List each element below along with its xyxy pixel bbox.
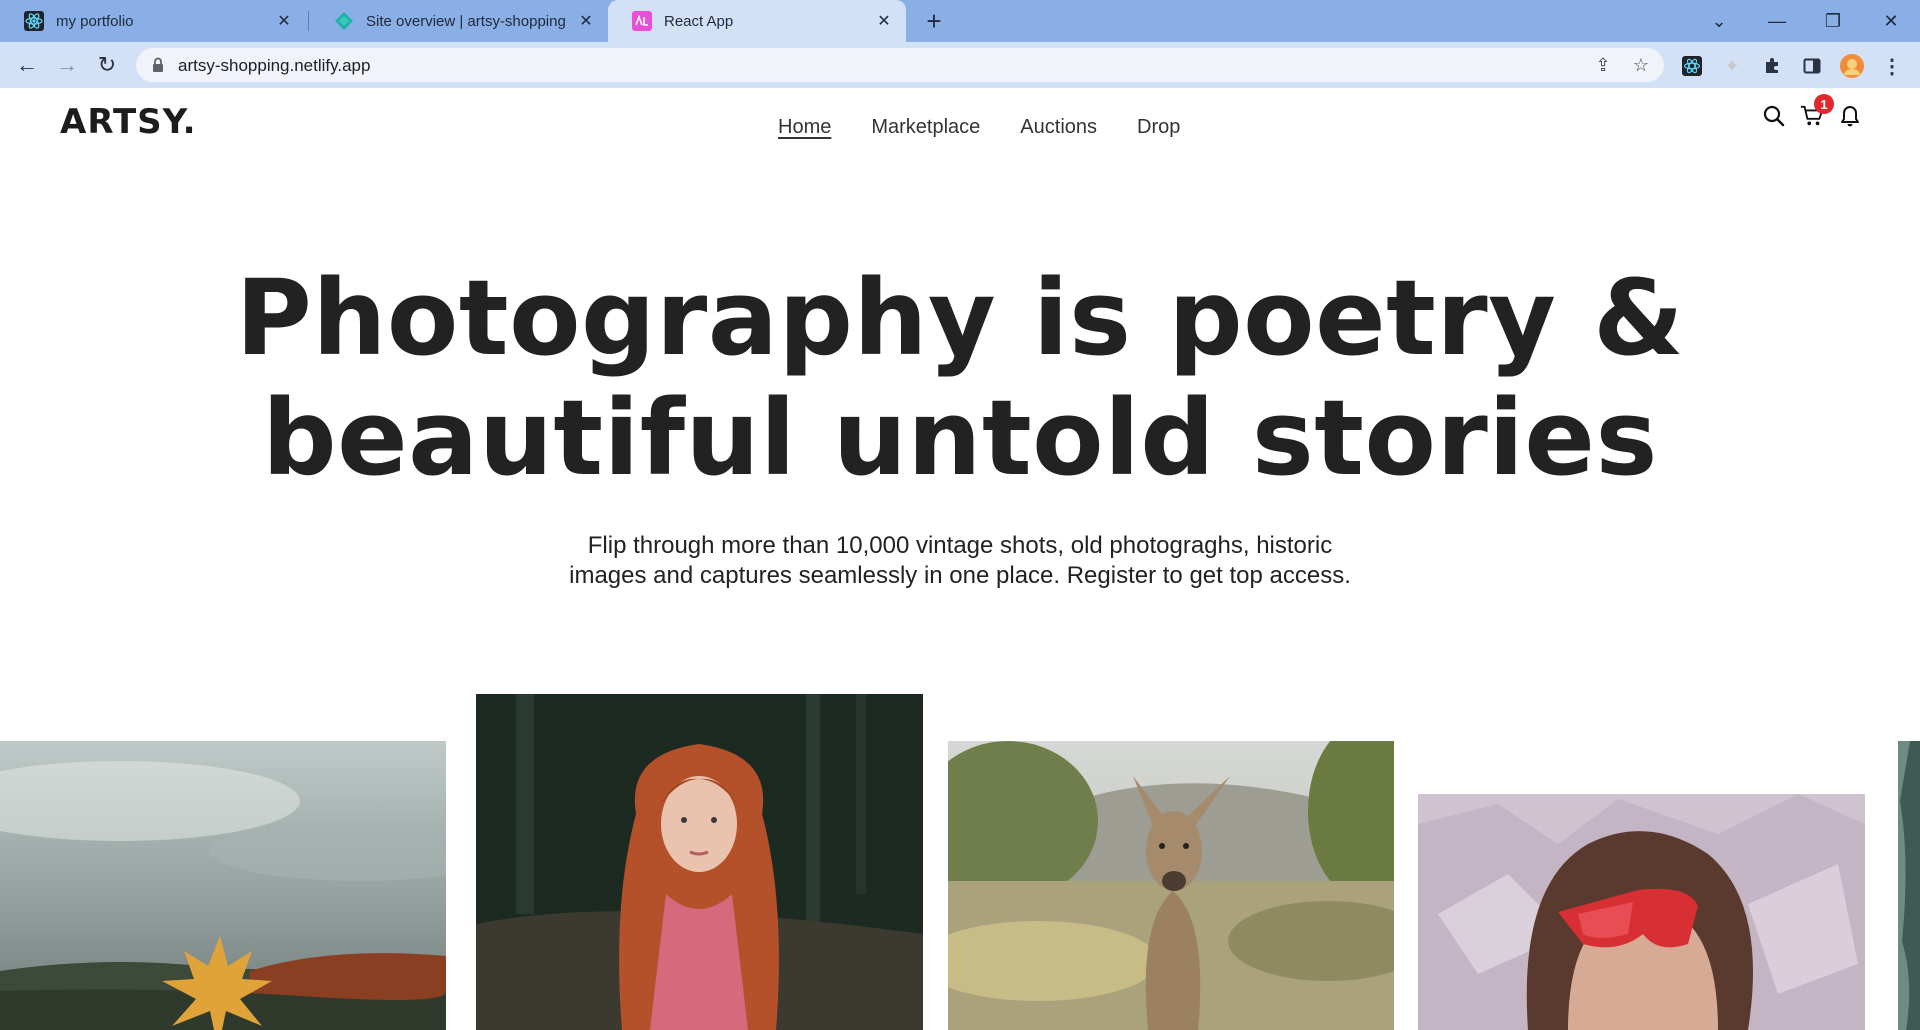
hero-title: Photography is poetry & beautiful untold… [0, 258, 1920, 498]
bell-icon[interactable] [1838, 104, 1862, 128]
tab-react-app[interactable]: React App ✕ [608, 0, 906, 42]
nav-marketplace[interactable]: Marketplace [871, 116, 980, 139]
close-tab-icon[interactable]: ✕ [576, 11, 596, 31]
tab-title: Site overview | artsy-shopping [366, 12, 566, 30]
react-icon [24, 11, 44, 31]
person-red-sunglasses-photo[interactable] [1418, 794, 1865, 1030]
browser-menu-icon[interactable]: ⋮ [1880, 54, 1904, 78]
browser-tab-bar: my portfolio ✕ Site overview | artsy-sho… [0, 0, 1920, 42]
kangaroo-photo[interactable] [948, 741, 1394, 1030]
url-text: artsy-shopping.netlify.app [178, 56, 371, 75]
extension-icon[interactable]: ✦ [1720, 54, 1744, 78]
nav-home[interactable]: Home [778, 116, 831, 139]
hero-title-line-1: Photography is poetry & [235, 257, 1685, 379]
netlify-icon [334, 11, 354, 31]
react-app-icon [632, 11, 652, 31]
nav-auctions[interactable]: Auctions [1020, 116, 1097, 139]
hero-subtitle-line-2: images and captures seamlessly in one pl… [569, 562, 1351, 589]
tab-title: React App [664, 12, 734, 30]
close-tab-icon[interactable]: ✕ [274, 11, 294, 31]
hero-title-line-2: beautiful untold stories [262, 377, 1658, 499]
partial-photo-edge[interactable] [1890, 741, 1920, 1030]
new-tab-button[interactable]: + [920, 8, 948, 36]
profile-avatar-icon[interactable] [1840, 54, 1864, 78]
header-icons: 1 [1762, 94, 1862, 128]
hero-subtitle: Flip through more than 10,000 vintage sh… [540, 531, 1380, 591]
maple-leaf-landscape-photo[interactable] [0, 741, 446, 1030]
tab-title: my portfolio [56, 12, 134, 30]
browser-toolbar: ← → ↻ artsy-shopping.netlify.app ⇪ ☆ ✦ ⋮ [0, 42, 1920, 88]
main-nav: Home Marketplace Auctions Drop [778, 116, 1180, 139]
tab-my-portfolio[interactable]: my portfolio ✕ [0, 0, 306, 42]
cart-count-badge: 1 [1814, 94, 1834, 114]
react-devtools-extension-icon[interactable] [1680, 54, 1704, 78]
tab-separator [308, 11, 309, 31]
tab-search-chevron-icon[interactable]: ⌄ [1704, 6, 1734, 36]
back-arrow-icon[interactable]: ← [12, 50, 42, 80]
restore-icon[interactable]: ❐ [1818, 6, 1848, 36]
minimize-icon[interactable]: — [1762, 6, 1792, 36]
address-bar[interactable]: artsy-shopping.netlify.app ⇪ ☆ [136, 48, 1664, 82]
nav-drop[interactable]: Drop [1137, 116, 1180, 139]
bookmark-star-icon[interactable]: ☆ [1630, 54, 1652, 76]
side-panel-icon[interactable] [1800, 54, 1824, 78]
tab-site-overview[interactable]: Site overview | artsy-shopping ✕ [310, 0, 608, 42]
close-tab-icon[interactable]: ✕ [874, 11, 894, 31]
red-haired-woman-photo[interactable] [476, 694, 923, 1030]
forward-arrow-icon[interactable]: → [52, 50, 82, 80]
page: ARTSY. Home Marketplace Auctions Drop 1 … [0, 88, 1920, 1030]
close-window-icon[interactable]: ✕ [1876, 6, 1906, 36]
share-icon[interactable]: ⇪ [1592, 54, 1614, 76]
puzzle-extensions-icon[interactable] [1760, 54, 1784, 78]
site-logo[interactable]: ARTSY. [60, 102, 197, 142]
cart-icon[interactable]: 1 [1800, 94, 1834, 128]
reload-icon[interactable]: ↻ [92, 50, 122, 80]
hero-subtitle-line-1: Flip through more than 10,000 vintage sh… [587, 532, 1333, 559]
lock-icon [152, 57, 164, 73]
search-icon[interactable] [1762, 104, 1786, 128]
